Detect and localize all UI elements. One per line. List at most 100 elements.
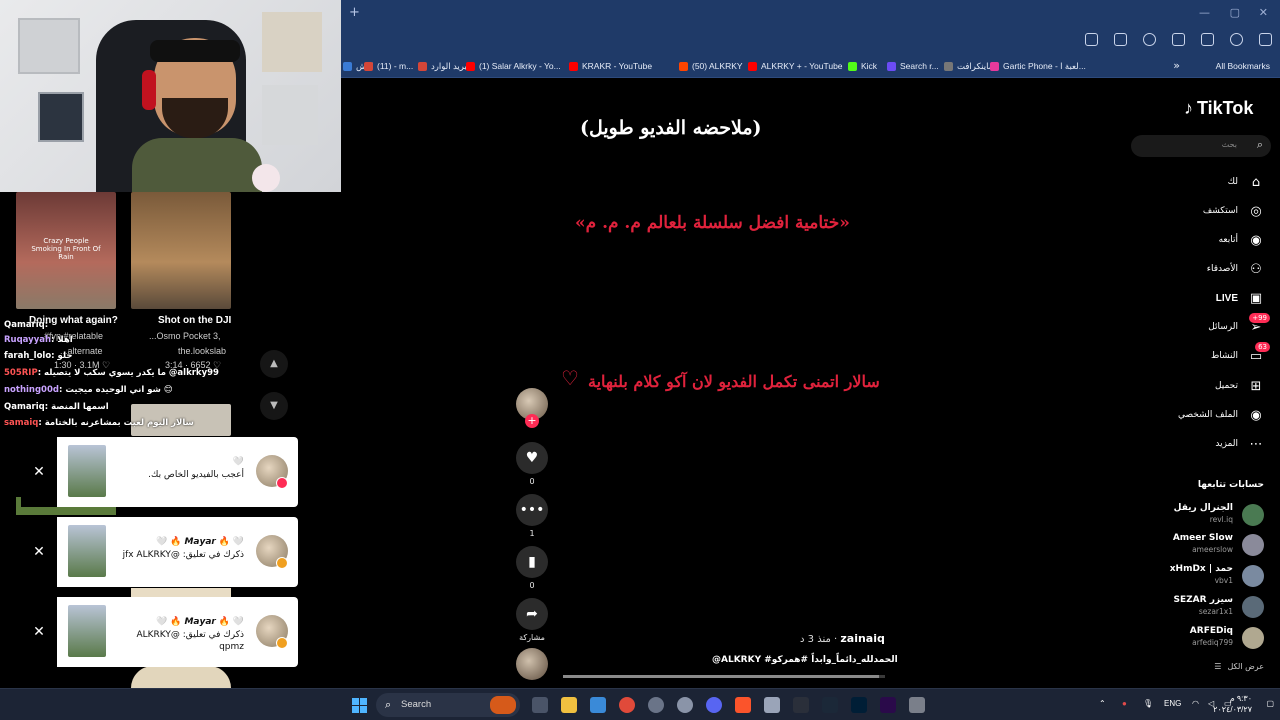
sidebar-item-upload[interactable]: ⊞ تحميل [1215, 376, 1264, 396]
comment-badge-icon [276, 637, 288, 649]
sidebar-item-avatar[interactable]: ◉ أتابعه [1219, 230, 1264, 250]
store-icon[interactable] [590, 697, 606, 713]
following-account[interactable]: Ameer Slow ameerslow [1124, 532, 1264, 558]
scroll-up-button[interactable]: ▲ [260, 350, 288, 378]
following-account[interactable]: الجنرال ريقل revl.iq [1124, 502, 1264, 528]
mic-icon[interactable]: 🎙 [1143, 699, 1153, 708]
profile-avatar[interactable] [1230, 33, 1243, 46]
chevron-right-icon[interactable]: » [1173, 59, 1180, 72]
chrome-icon[interactable] [619, 697, 635, 713]
all-bookmarks-link[interactable]: All Bookmarks [1216, 61, 1270, 71]
sidebar-item-home[interactable]: ⌂ لك [1228, 172, 1264, 192]
comment-icon[interactable]: ••• [516, 494, 548, 526]
notification-card[interactable]: ✕ 🤍 🔥 𝙈𝙖𝙮𝙖𝙧 🔥 🤍 ذكرك في تعليق: @jfx ALKRKY [21, 517, 298, 587]
star-icon[interactable] [1143, 33, 1156, 46]
chat-username: Ruqayyah [4, 335, 52, 345]
minimize-button[interactable]: — [1199, 6, 1210, 19]
system-clock[interactable]: ٩:٣٠ م ٢٠٢٤/٠٣/٢٧ [1213, 693, 1252, 715]
video-thumbnail[interactable]: Crazy People Smoking In Front Of Rain [16, 192, 116, 309]
brave-icon[interactable] [735, 697, 751, 713]
bookmark-item[interactable]: (11) - m... [364, 61, 413, 71]
chat-text: : حلو [51, 351, 73, 361]
language-indicator[interactable]: ENG [1164, 699, 1181, 708]
bookmark-item[interactable]: Search r... [887, 61, 939, 71]
scroll-down-button[interactable]: ▼ [260, 392, 288, 420]
bookmark-item[interactable]: (50) ALKRKY [679, 61, 743, 71]
premiere-icon[interactable] [880, 697, 896, 713]
following-account[interactable]: ARFEDiq arfediq799 [1124, 625, 1264, 651]
notification-card[interactable]: ✕ 🤍 أعجب بالفيديو الخاص بك. [21, 437, 298, 507]
sidebar-item-compass[interactable]: ◎ استكشف [1203, 201, 1264, 221]
sidebar-item-more[interactable]: ⋯ المزيد [1215, 434, 1264, 454]
video-thumbnail[interactable] [131, 192, 231, 309]
photoshop-icon[interactable] [851, 697, 867, 713]
more-icon: ⋯ [1249, 436, 1263, 452]
snipping-icon[interactable] [764, 697, 780, 713]
thumbnail-author: the.lookslab [178, 346, 227, 356]
maximize-button[interactable]: ▢ [1230, 6, 1240, 19]
bookmark-item[interactable]: ALKRKY + - YouTube [748, 61, 843, 71]
notification-card[interactable]: ✕ 🤍 🔥 𝙈𝙖𝙮𝙖𝙧 🔥 🤍 ذكرك في تعليق: @ALKRKY qpmz [21, 597, 298, 667]
bookmark-item[interactable]: KRAKR - YouTube [569, 61, 652, 71]
tiktok-logo[interactable]: ♪ TikTok [1184, 98, 1253, 119]
close-window-button[interactable]: ✕ [1259, 6, 1268, 19]
share-arrow-icon[interactable]: ➦ [516, 598, 548, 630]
bookmark-label: Gartic Phone - لعبة ا... [1003, 61, 1086, 71]
tray-app-icon[interactable]: ● [1122, 699, 1127, 708]
chat-text: : ما يكدر يسوي سكب لا يتصيله @alkrky99 [37, 368, 219, 378]
bookmark-item[interactable]: البريد الوارد [418, 61, 472, 72]
close-icon[interactable]: ✕ [21, 597, 57, 667]
thumbnail-title[interactable]: Shot on the DJI [158, 315, 231, 326]
following-account[interactable]: SEZAR سيزر sezar1x1 [1124, 594, 1264, 620]
address-bar[interactable] [341, 27, 1280, 55]
thumbnail-overlay-text: Crazy People Smoking In Front Of Rain [31, 237, 101, 261]
task-view-icon[interactable] [532, 697, 548, 713]
notification-thumbnail[interactable] [68, 605, 106, 657]
settings-gear-icon[interactable] [677, 697, 693, 713]
bookmark-item[interactable]: (1) Salar Alkrky - Yo... [466, 61, 561, 71]
search-icon[interactable]: ⌕ [1257, 138, 1263, 152]
wifi-icon[interactable]: ◠ [1192, 699, 1199, 708]
sidebar-item-profile[interactable]: ◉ الملف الشخصي [1178, 405, 1264, 425]
discord-icon[interactable] [706, 697, 722, 713]
video-author[interactable]: zainaiq · منذ 3 د [800, 632, 885, 645]
sound-avatar[interactable] [516, 648, 548, 680]
like-heart-icon[interactable]: ♥ [516, 442, 548, 474]
sidebar-item-activity[interactable]: ▭ النشاط 63 [1211, 342, 1270, 366]
sidebar-item-live[interactable]: ▣ LIVE [1216, 288, 1264, 308]
steam-icon[interactable] [822, 697, 838, 713]
capcut-icon[interactable] [793, 697, 809, 713]
account-name: ARFEDiq [1189, 626, 1233, 636]
following-account[interactable]: xHmDx | حمد vbv1 [1124, 563, 1264, 589]
app-icon[interactable] [909, 697, 925, 713]
notification-thumbnail[interactable] [68, 445, 106, 497]
close-icon[interactable]: ✕ [21, 517, 57, 587]
notifications-icon[interactable]: ▢ [1266, 699, 1274, 708]
follow-plus-icon[interactable]: + [525, 414, 539, 428]
sidebar-item-friends[interactable]: ⚇ الأصدقاء [1207, 259, 1264, 279]
sidebar-item-messages[interactable]: ➢ الرسائل 99+ [1208, 313, 1270, 337]
notification-extra: qpmz [219, 642, 244, 652]
author-name[interactable]: zainaiq [840, 632, 885, 645]
obs-icon[interactable] [648, 697, 664, 713]
notification-thumbnail[interactable] [68, 525, 106, 577]
bookmark-item[interactable]: Gartic Phone - لعبة ا... [990, 61, 1086, 72]
video-progress-bar[interactable] [563, 675, 885, 678]
tray-chevron-icon[interactable]: ⌃ [1099, 699, 1106, 708]
bookmark-icon[interactable]: ▮ [516, 546, 548, 578]
cast-icon[interactable] [1114, 33, 1127, 46]
file-explorer-icon[interactable] [561, 697, 577, 713]
search-input[interactable]: بحث ⌕ [1131, 135, 1271, 157]
kebab-menu-icon[interactable] [1259, 33, 1272, 46]
extensions-icon[interactable] [1172, 33, 1185, 46]
new-tab-button[interactable]: + [349, 5, 360, 20]
close-icon[interactable]: ✕ [21, 437, 57, 507]
taskbar-search[interactable]: ⌕ Search [376, 693, 520, 717]
bookmark-item[interactable]: Kick [848, 61, 877, 71]
menu-list-icon[interactable] [1201, 33, 1214, 46]
windows-taskbar: ⌕ Search ⌃ ● 🎙 ENG ◠ ◁ ▭ ٩:٣٠ م ٢٠٢٤/٠٣/… [0, 688, 1280, 720]
translate-icon[interactable] [1085, 33, 1098, 46]
see-all-link[interactable]: عرض الكل ☰ [1214, 662, 1264, 671]
wall-plaque [38, 92, 84, 142]
windows-start-icon[interactable] [352, 698, 367, 713]
